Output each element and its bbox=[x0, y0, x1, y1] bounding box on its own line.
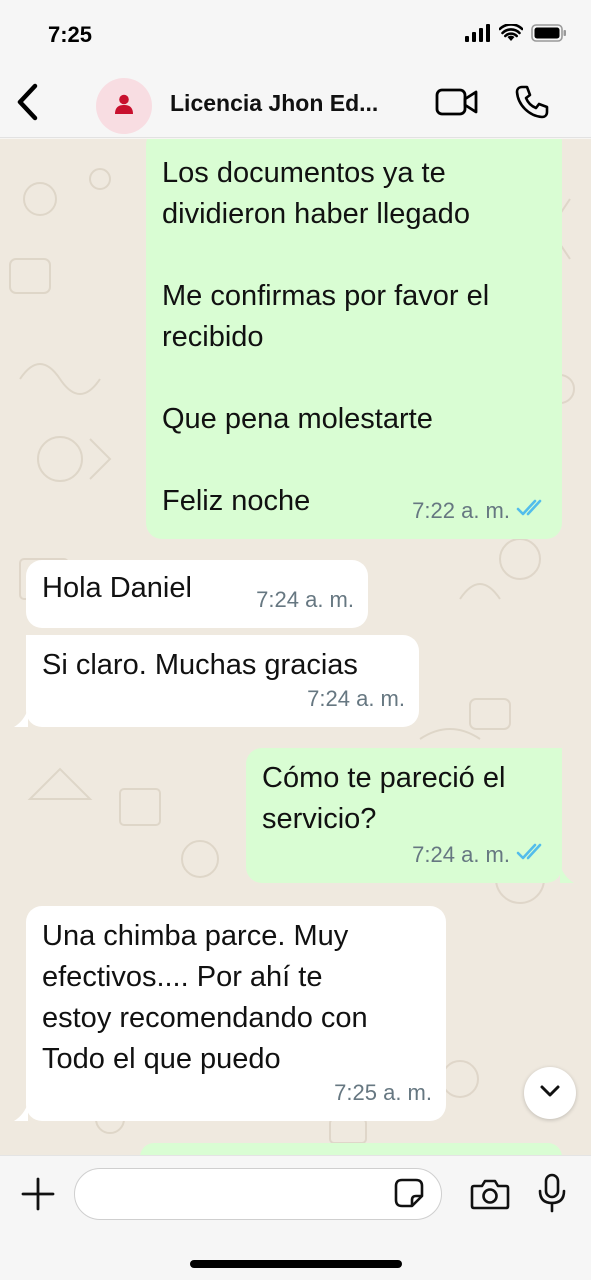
status-icons bbox=[465, 23, 567, 47]
plus-icon bbox=[21, 1177, 55, 1216]
video-call-button[interactable] bbox=[434, 86, 480, 122]
back-icon bbox=[15, 82, 41, 127]
message-text: Los documentos ya te dividieron haber ll… bbox=[162, 157, 490, 517]
message-meta: 7:24 a. m. bbox=[412, 834, 548, 875]
message-time: 7:24 a. m. bbox=[307, 686, 405, 711]
composer-bar bbox=[0, 1155, 591, 1280]
sticker-button[interactable] bbox=[392, 1178, 426, 1212]
video-call-icon bbox=[435, 87, 479, 122]
status-time: 7:25 bbox=[48, 22, 93, 47]
attach-button[interactable] bbox=[18, 1176, 58, 1216]
signal-icon bbox=[465, 24, 491, 47]
chat-area[interactable]: Los documentos ya te dividieron haber ll… bbox=[0, 139, 591, 1155]
message-input[interactable] bbox=[74, 1168, 442, 1220]
message-text: Cómo te pareció el servicio? bbox=[262, 762, 506, 835]
bubble-tail bbox=[14, 709, 28, 727]
phone-call-icon bbox=[514, 84, 550, 125]
camera-button[interactable] bbox=[468, 1176, 512, 1216]
message-time: 7:22 a. m. bbox=[412, 498, 510, 523]
message-meta: 7:22 a. m. bbox=[412, 490, 548, 531]
battery-icon bbox=[531, 24, 567, 47]
voice-call-button[interactable] bbox=[512, 84, 552, 124]
message-time: 7:24 a. m. bbox=[256, 587, 354, 612]
message-meta: 7:24 a. m. bbox=[256, 579, 354, 620]
microphone-button[interactable] bbox=[532, 1172, 572, 1218]
message-meta: 7:24 a. m. bbox=[307, 678, 405, 719]
chevron-down-icon bbox=[539, 1084, 561, 1103]
outgoing-message[interactable]: Los documentos ya te dividieron haber ll… bbox=[146, 139, 562, 539]
wifi-icon bbox=[498, 23, 524, 47]
home-indicator[interactable] bbox=[190, 1260, 402, 1268]
bubble-tail bbox=[560, 865, 574, 883]
status-bar: 7:25 bbox=[0, 0, 591, 70]
partial-outgoing-message bbox=[140, 1143, 562, 1155]
camera-icon bbox=[470, 1178, 510, 1215]
message-time: 7:24 a. m. bbox=[412, 842, 510, 867]
avatar-person-icon bbox=[113, 93, 135, 120]
read-ticks-icon bbox=[516, 490, 548, 531]
scroll-to-bottom-button[interactable] bbox=[524, 1067, 576, 1119]
contact-name[interactable]: Licencia Jhon Ed... bbox=[170, 90, 410, 117]
back-button[interactable] bbox=[10, 82, 46, 126]
message-text: Una chimba parce. Muy efectivos.... Por … bbox=[42, 920, 368, 1075]
microphone-icon bbox=[537, 1173, 567, 1218]
message-meta: 7:25 a. m. bbox=[334, 1072, 432, 1113]
read-ticks-icon bbox=[516, 834, 548, 875]
contact-avatar[interactable] bbox=[96, 78, 152, 134]
incoming-message[interactable]: Hola Daniel 7:24 a. m. bbox=[26, 560, 368, 628]
chat-header: Licencia Jhon Ed... bbox=[0, 70, 591, 138]
incoming-message[interactable]: Si claro. Muchas gracias 7:24 a. m. bbox=[14, 635, 419, 727]
bubble-tail bbox=[14, 1103, 28, 1121]
outgoing-message[interactable]: Cómo te pareció el servicio? 7:24 a. m. bbox=[246, 748, 574, 883]
incoming-message[interactable]: Una chimba parce. Muy efectivos.... Por … bbox=[14, 906, 446, 1121]
message-time: 7:25 a. m. bbox=[334, 1080, 432, 1105]
sticker-icon bbox=[394, 1178, 424, 1213]
